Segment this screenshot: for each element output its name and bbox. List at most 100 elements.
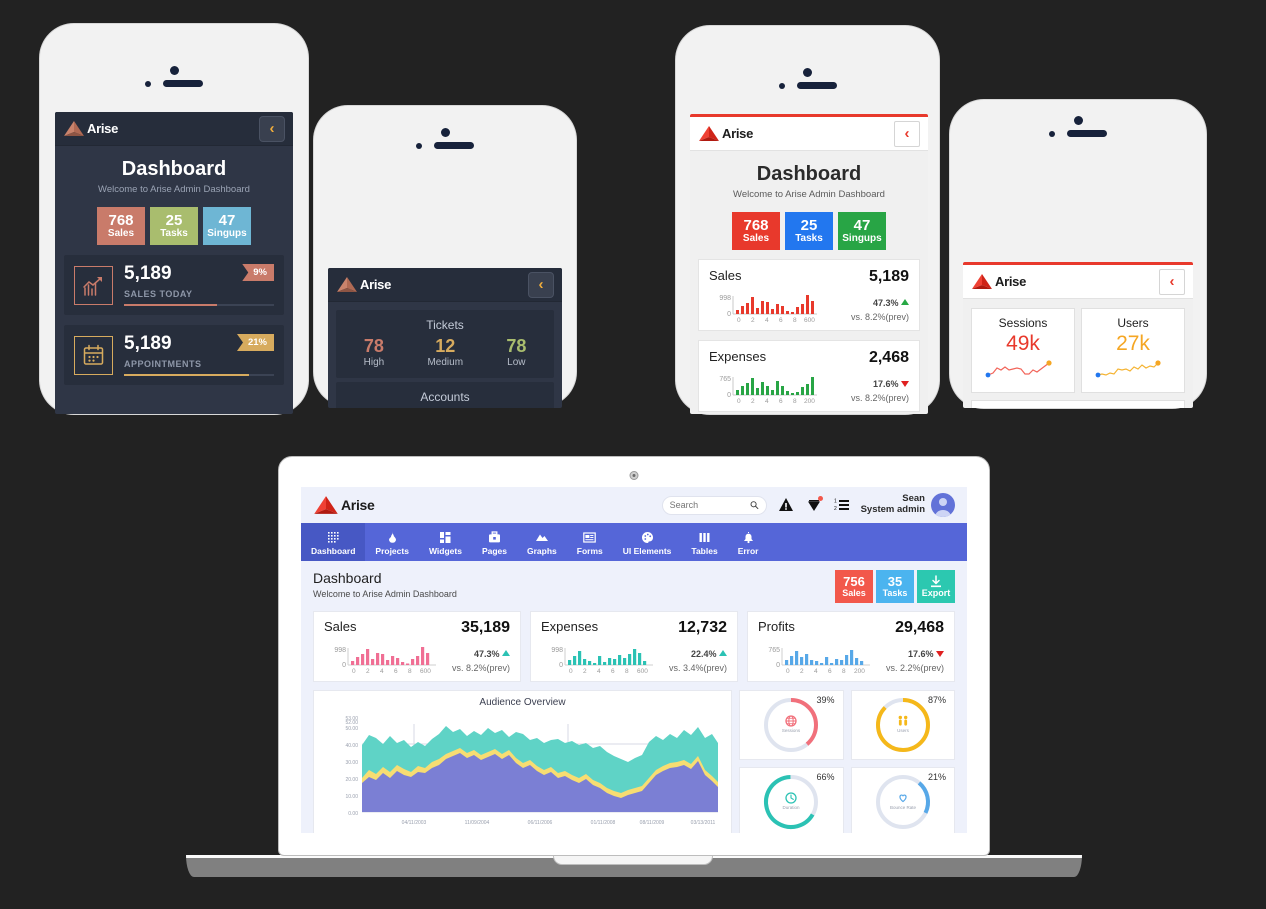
nav-item-projects[interactable]: Projects [365, 523, 419, 561]
ordered-list-glyph: 1 2 [834, 499, 849, 512]
nav-item-graphs[interactable]: Graphs [517, 523, 567, 561]
nav-item-forms[interactable]: Forms [567, 523, 613, 561]
nav-label: Error [737, 546, 759, 556]
spark-card-expenses[interactable]: Expenses 2,468 765 0 0 2 4 6 8 200 17.6%… [698, 340, 920, 412]
warning-icon[interactable] [777, 496, 795, 514]
expenses-bar-chart: 765 0 0 2 4 6 8 200 [719, 376, 817, 405]
dash-card-sales[interactable]: Sales 35,189 998 0 0 2 4 6 8 600 47.3% v… [313, 611, 521, 682]
x-tick-1: 04/11/2003 [402, 820, 427, 826]
kpi-tasks[interactable]: 25 Tasks [785, 212, 833, 250]
x-tick-6: 6 [394, 668, 398, 675]
bell-icon [743, 532, 753, 544]
diamond-alert-icon[interactable] [805, 496, 823, 514]
metric-title: Sessions [998, 316, 1048, 330]
blocks-icon [439, 532, 451, 543]
audience-area-chart: 53.00 52.00 50.00 40.00 30.00 20.00 10.0… [345, 716, 718, 826]
sensor-dot-icon [778, 82, 785, 89]
kpi-label: Singups [207, 227, 247, 239]
arise-logo[interactable]: Arise [313, 495, 375, 515]
search-input[interactable] [669, 500, 746, 510]
metric-card-sessions[interactable]: Sessions 49k [971, 308, 1075, 393]
arise-logo[interactable]: Arise [336, 276, 391, 293]
users-sparkline [1095, 360, 1161, 378]
page-subtitle: Welcome to Arise Admin Dashboard [313, 589, 457, 599]
nav-item-ui-elements[interactable]: UI Elements [613, 523, 682, 561]
arise-triangle-icon [337, 277, 357, 292]
kpi-sales[interactable]: 768 Sales [97, 207, 145, 245]
nav-item-widgets[interactable]: Widgets [419, 523, 472, 561]
stat-card-appointments[interactable]: 21% 5,189 APPOINTMENTS [64, 325, 284, 385]
x-tick-6: 03/13/2011 [691, 820, 716, 826]
donut-card-bounce-rate[interactable]: 21% Bounce Rate [850, 767, 955, 833]
phone2-topbar: Arise ‹ [328, 268, 562, 302]
arise-triangle-icon [64, 121, 84, 136]
arise-logo[interactable]: Arise [63, 120, 118, 137]
sales-bar-chart: 998 0 0 2 4 6 8 600 [334, 647, 436, 675]
page-title: Dashboard [121, 158, 227, 180]
donut-label: Users [897, 728, 910, 733]
phone1-speaker-row [40, 80, 308, 87]
trend-up-icon [719, 650, 727, 656]
x-tick-4: 4 [380, 668, 384, 675]
page-title: Dashboard [313, 570, 382, 586]
phone-light-sessions: Arise ‹ Sessions 49k Users 27k [950, 100, 1206, 408]
arise-logo[interactable]: Arise [698, 125, 753, 142]
card-header: Expenses 12,732 [541, 619, 727, 637]
x-tick-0: 0 [737, 317, 741, 324]
stat-card-sales-today[interactable]: 9% 5,189 SALES TODAY [64, 255, 284, 315]
card-value: 2,468 [868, 349, 909, 366]
spark-card-sales[interactable]: Sales 5,189 998 0 0 2 4 6 8 600 47.3% vs… [698, 259, 920, 331]
kpi-row: 768 Sales 25 Tasks 47 Singups [690, 212, 928, 250]
export-button[interactable]: Export [917, 570, 955, 603]
kpi-label: Sales [742, 232, 770, 244]
kpi-sales[interactable]: 768 Sales [732, 212, 780, 250]
list-ordered-icon[interactable]: 1 2 [833, 496, 851, 514]
camera-dot-icon [1073, 116, 1083, 125]
y-tick-max: 998 [551, 647, 563, 654]
metric-card-users[interactable]: Users 27k [1081, 308, 1185, 393]
badge-tasks[interactable]: 35 Tasks [876, 570, 914, 603]
audience-chart-title: Audience Overview [479, 697, 566, 708]
back-button[interactable]: ‹ [528, 271, 554, 298]
nav-item-error[interactable]: Error [728, 523, 769, 561]
x-tick-8: 8 [793, 317, 797, 324]
donut-card-sessions[interactable]: 39% Sessions [739, 690, 844, 760]
x-tick-4: 4 [814, 668, 818, 675]
arise-triangle-icon [699, 126, 719, 141]
dash-card-expenses[interactable]: Expenses 12,732 998 0 0 2 4 6 8 600 22.4… [530, 611, 738, 682]
phone1-screen: Arise ‹ Dashboard Welcome to Arise Admin… [55, 112, 293, 414]
phone3-camera-row [676, 68, 939, 77]
donut-card-users[interactable]: 87% Users [850, 690, 955, 760]
card-header: Sales 35,189 [324, 619, 510, 637]
card-percent: 17.6% [872, 379, 899, 389]
arise-logo-text: Arise [87, 121, 119, 136]
arise-logo[interactable]: Arise [971, 273, 1026, 290]
search-icon [750, 501, 759, 510]
ticket-label: Medium [427, 356, 464, 368]
back-button[interactable]: ‹ [894, 120, 920, 147]
back-button[interactable]: ‹ [1159, 268, 1185, 295]
accounts-panel: Accounts 250k 100k 0 [336, 381, 554, 408]
dash-card-profits[interactable]: Profits 29,468 765 0 0 2 4 6 8 200 17.6%… [747, 611, 955, 682]
kpi-tasks[interactable]: 25 Tasks [150, 207, 198, 245]
y-tick-30: 30.00 [345, 760, 358, 766]
kpi-signups[interactable]: 47 Singups [838, 212, 886, 250]
donut-percent: 66% [816, 772, 835, 782]
ticket-label: High [363, 356, 385, 368]
user-menu[interactable]: Sean System admin [861, 493, 955, 517]
nav-item-tables[interactable]: Tables [681, 523, 727, 561]
back-button[interactable]: ‹ [259, 115, 285, 142]
nav-item-dashboard[interactable]: Dashboard [301, 523, 366, 561]
x-tick-6: 6 [611, 668, 615, 675]
y-tick-min: 0 [776, 662, 780, 669]
nav-item-pages[interactable]: Pages [472, 523, 517, 561]
badge-sales[interactable]: 756 Sales [835, 570, 873, 603]
trend-down-icon [901, 381, 909, 387]
trend-up-icon [901, 299, 909, 305]
search-box[interactable] [661, 495, 767, 515]
donut-card-duration[interactable]: 66% Duration [739, 767, 844, 833]
kpi-signups[interactable]: 47 Singups [203, 207, 251, 245]
card-meta: 17.6% vs. 8.2%(prev) [851, 378, 909, 405]
sensor-dot-icon [416, 142, 422, 149]
avatar[interactable] [931, 493, 955, 517]
